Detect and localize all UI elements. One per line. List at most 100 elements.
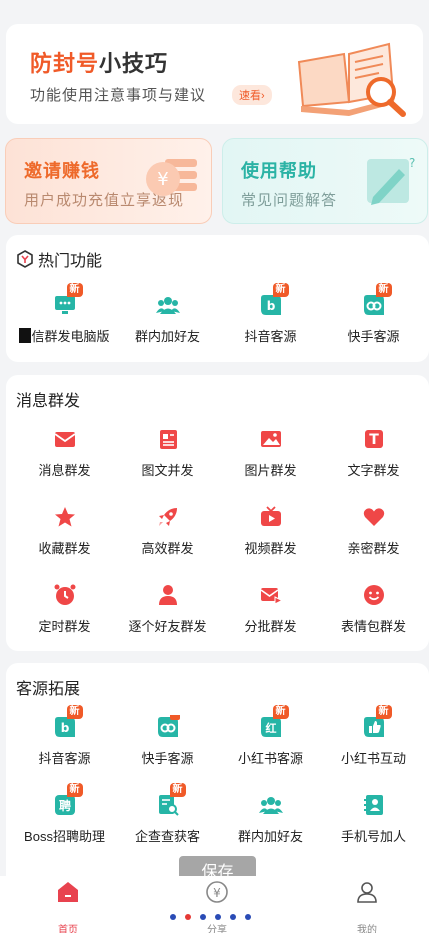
hot-section-title: 热门功能 (16, 247, 102, 271)
src-item-group-add-friends[interactable]: 群内加好友 (218, 793, 323, 845)
new-badge: 新 (272, 705, 289, 719)
msg-item-label: 图文并发 (141, 463, 194, 478)
msg-item-message[interactable]: 消息群发 (12, 427, 117, 479)
msg-item-scheduled[interactable]: 定时群发 (12, 583, 117, 635)
sources-section-title: 客源拓展 (16, 681, 81, 698)
msg-item-picture[interactable]: 图片群发 (218, 427, 323, 479)
envelope-icon (53, 427, 77, 451)
image-text-icon (156, 427, 180, 451)
src-item-kuaishou[interactable]: 快手客源 (115, 715, 220, 767)
batch-mail-icon (259, 583, 283, 607)
msg-item-label: 分批群发 (244, 619, 297, 634)
new-badge: 新 (66, 283, 83, 297)
bottom-tab-bar: 首页 ¥ 分享 我的 (0, 876, 429, 933)
contact-book-icon (362, 793, 386, 817)
invite-card-title: 邀请赚钱 (24, 161, 100, 181)
src-item-label: 手机号加人 (340, 829, 406, 844)
tab-home[interactable]: 首页 (28, 880, 108, 933)
smiley-icon (362, 583, 386, 607)
svg-text:¥: ¥ (157, 169, 168, 190)
help-card[interactable]: 使用帮助 常见问题解答 ? (222, 138, 428, 224)
help-card-subtitle: 常见问题解答 (241, 192, 338, 209)
open-book-magnifier-icon (297, 42, 406, 117)
src-item-label: 抖音客源 (38, 751, 91, 766)
tab-home-label: 首页 (58, 925, 78, 933)
msg-item-emoji[interactable]: 表情包群发 (321, 583, 426, 635)
help-card-title: 使用帮助 (241, 161, 317, 181)
src-item-douyin[interactable]: b 新 抖音客源 (12, 705, 117, 767)
thumbs-up-icon: 新 (362, 705, 392, 739)
hot-item-label: 群内加好友 (134, 329, 200, 344)
svg-text:聘: 聘 (58, 798, 70, 813)
banner-title: 防封号小技巧 (30, 51, 169, 76)
new-badge: 新 (66, 783, 83, 797)
msg-item-image-text[interactable]: 图文并发 (115, 427, 220, 479)
msg-item-one-by-one[interactable]: 逐个好友群发 (115, 583, 220, 635)
hot-item-desktop-broadcast[interactable]: 新 信群发电脑版 (12, 283, 117, 345)
msg-item-label: 视频群发 (244, 541, 297, 556)
msg-item-label: 表情包群发 (340, 619, 406, 634)
msg-item-intimate[interactable]: 亲密群发 (321, 505, 426, 557)
msg-item-text[interactable]: T 文字群发 (321, 427, 426, 479)
rocket-icon (156, 505, 180, 529)
user-profile-icon (357, 882, 377, 903)
text-t-icon: T (362, 427, 386, 451)
yuan-coin-icon: ¥ (146, 159, 197, 196)
src-item-label: 群内加好友 (237, 829, 303, 844)
tab-share-label: 分享 (207, 925, 227, 933)
msg-item-label: 亲密群发 (347, 541, 400, 556)
msg-item-efficient[interactable]: 高效群发 (115, 505, 220, 557)
star-icon (53, 505, 77, 529)
src-item-qichacha[interactable]: 新 企查查获客 (115, 783, 220, 845)
redacted-block (19, 328, 32, 343)
msg-item-favorites[interactable]: 收藏群发 (12, 505, 117, 557)
src-item-label: 企查查获客 (134, 829, 200, 844)
hot-features-logo-icon (17, 250, 33, 268)
msg-item-batch[interactable]: 分批群发 (218, 583, 323, 635)
svg-text:¥: ¥ (213, 886, 221, 900)
msg-item-video[interactable]: 视频群发 (218, 505, 323, 557)
new-badge: 新 (375, 705, 392, 719)
hot-item-label: 快手客源 (347, 329, 400, 344)
msg-item-label: 高效群发 (141, 541, 194, 556)
search-doc-icon: 新 (156, 783, 186, 817)
new-badge: 新 (272, 283, 289, 297)
src-item-boss[interactable]: 聘 新 Boss招聘助理 (12, 783, 117, 845)
tab-me[interactable]: 我的 (327, 880, 407, 933)
src-item-xiaohongshu[interactable]: 红 新 小红书客源 (218, 705, 323, 767)
question-pencil-icon: ? (367, 156, 415, 205)
svg-text:T: T (369, 432, 379, 448)
svg-text:红: 红 (265, 721, 276, 735)
src-item-xiaohongshu-interact[interactable]: 新 小红书互动 (321, 705, 426, 767)
msg-item-label: 收藏群发 (38, 541, 91, 556)
hot-item-group-add-friends[interactable]: 群内加好友 (115, 293, 220, 345)
msg-item-label: 消息群发 (38, 463, 91, 478)
svg-text:b: b (266, 299, 275, 313)
kuaishou-icon: 新 (362, 283, 392, 317)
msg-item-label: 文字群发 (347, 463, 400, 478)
message-broadcast-section: 消息群发 消息群发 图文并发 图片群发 T 文字群发 收藏群发 高效群发 视频群… (6, 375, 429, 651)
banner-quick-view-pill[interactable]: 速看› (232, 85, 272, 105)
home-icon (58, 882, 78, 902)
douyin-icon: b 新 (259, 283, 289, 317)
group-users-icon (155, 293, 180, 317)
hot-features-section: 热门功能 新 信群发电脑版 群内加好友 b 新 抖音客源 新 快手客源 (6, 235, 429, 362)
page-indicator-dots (170, 907, 260, 920)
banner-anti-ban-tips[interactable]: 防封号小技巧 功能使用注意事项与建议 速看› (6, 24, 423, 124)
new-badge: 新 (169, 783, 186, 797)
src-item-label: 小红书客源 (237, 751, 303, 766)
new-badge: 新 (66, 705, 83, 719)
boss-hire-icon: 聘 新 (53, 783, 83, 817)
kuaishou-icon (156, 715, 180, 739)
group-users-icon (258, 793, 283, 817)
hot-item-label: 抖音客源 (244, 329, 297, 344)
hot-item-kuaishou[interactable]: 新 快手客源 (321, 283, 426, 345)
svg-text:?: ? (409, 156, 415, 170)
hot-item-douyin[interactable]: b 新 抖音客源 (218, 283, 323, 345)
src-item-label: 小红书互动 (340, 751, 406, 766)
banner-subtitle: 功能使用注意事项与建议 (30, 87, 207, 104)
msg-item-label: 逐个好友群发 (128, 619, 207, 634)
src-item-phone-add[interactable]: 手机号加人 (321, 793, 426, 845)
hot-item-label: 信群发电脑版 (12, 326, 117, 345)
invite-earn-card[interactable]: 邀请赚钱 用户成功充值立享返现 ¥ (5, 138, 212, 224)
